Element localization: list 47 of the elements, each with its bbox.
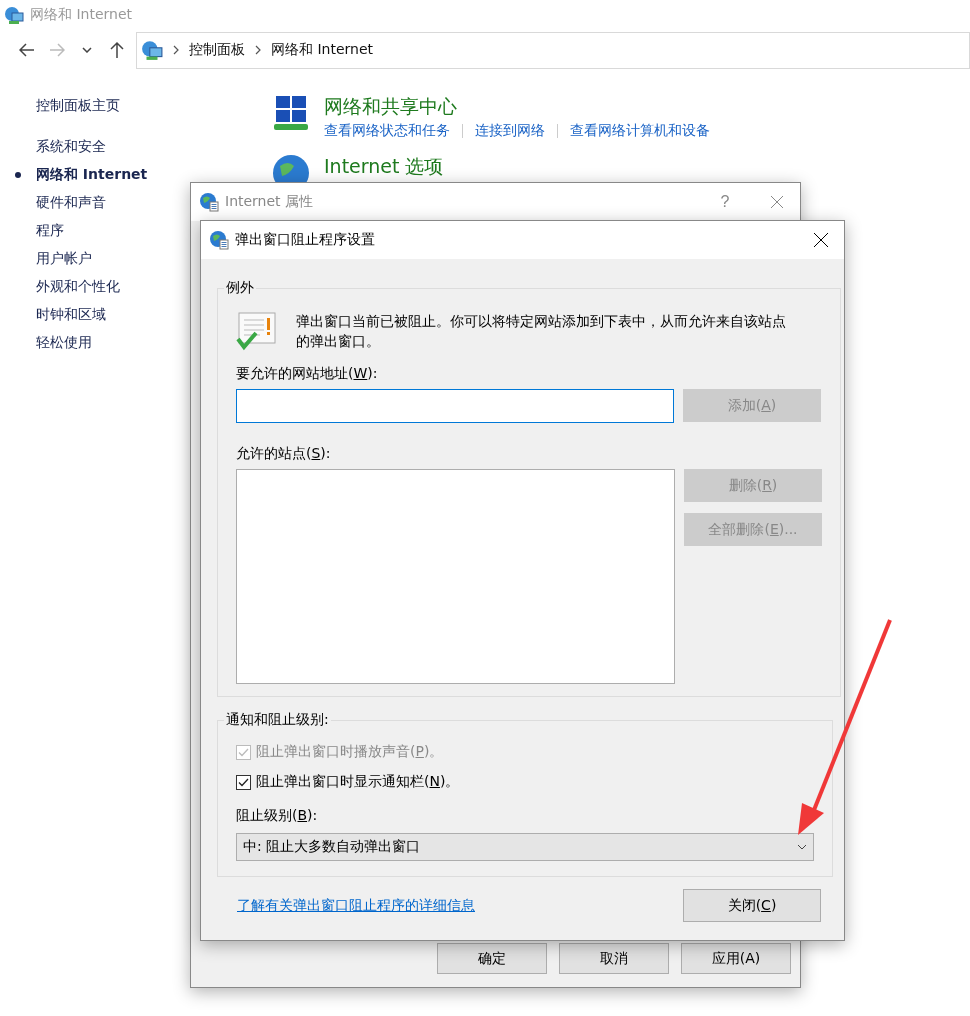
chevron-down-icon	[82, 47, 92, 53]
network-icon	[272, 94, 310, 132]
info-text: 弹出窗口当前已被阻止。你可以将特定网站添加到下表中，从而允许来自该站点的弹出窗口。	[296, 312, 787, 351]
sidebar-item[interactable]: 系统和安全	[14, 133, 264, 161]
field-label: 阻止级别(B):	[236, 807, 319, 825]
dialog-button[interactable]: 应用(A)	[681, 943, 791, 974]
task-link[interactable]: 查看网络计算机和设备	[570, 122, 710, 140]
document-check-icon	[236, 311, 278, 351]
checkbox[interactable]	[236, 774, 251, 790]
network-icon	[141, 39, 163, 61]
dialog-button[interactable]: 取消	[559, 943, 669, 974]
chevron-right-icon	[255, 45, 261, 55]
dialog-title: 弹出窗口阻止程序设置	[235, 231, 376, 249]
checkbox-label: 阻止弹出窗口时播放声音(P)。	[256, 743, 444, 761]
help-button[interactable]: ?	[702, 187, 748, 217]
task-link[interactable]: 连接到网络	[475, 122, 545, 140]
dialog-button[interactable]: 确定	[437, 943, 547, 974]
forward-arrow-icon	[49, 43, 65, 57]
chevron-down-icon	[797, 844, 807, 850]
task-link[interactable]: 查看网络状态和任务	[324, 122, 450, 140]
breadcrumb-item[interactable]: 网络和 Internet	[271, 41, 374, 59]
category-title[interactable]: 网络和共享中心	[324, 95, 457, 117]
chevron-right-icon	[173, 45, 179, 55]
globe-icon	[209, 230, 229, 250]
window-title: 网络和 Internet	[30, 6, 133, 24]
close-icon	[814, 233, 828, 247]
input-field[interactable]	[236, 389, 674, 423]
dropdown[interactable]: 中: 阻止大多数自动弹出窗口	[236, 833, 814, 861]
category-title[interactable]: Internet 选项	[324, 155, 444, 177]
breadcrumb-item[interactable]: 控制面板	[189, 41, 245, 59]
field-label: 允许的站点(S):	[236, 445, 332, 463]
globe-icon	[199, 192, 219, 212]
close-button[interactable]: 关闭(C)	[683, 889, 821, 922]
back-arrow-icon	[19, 43, 35, 57]
address-bar[interactable]: 控制面板 网络和 Internet	[136, 31, 970, 69]
network-icon	[4, 5, 24, 25]
help-link[interactable]: 了解有关弹出窗口阻止程序的详细信息	[237, 896, 475, 915]
up-arrow-icon	[110, 41, 124, 59]
group-label: 通知和阻止级别:	[225, 711, 330, 729]
field-label: 要允许的网站地址(W):	[236, 365, 379, 383]
checkbox-label: 阻止弹出窗口时显示通知栏(N)。	[256, 773, 460, 791]
sidebar-link[interactable]: 控制面板主页	[36, 97, 264, 115]
close-icon	[771, 196, 783, 208]
bullet-icon	[15, 172, 21, 178]
group-label: 例外	[225, 279, 255, 297]
dialog-title: Internet 属性	[225, 193, 315, 211]
sidebar-item[interactable]: 网络和 Internet	[14, 161, 264, 189]
